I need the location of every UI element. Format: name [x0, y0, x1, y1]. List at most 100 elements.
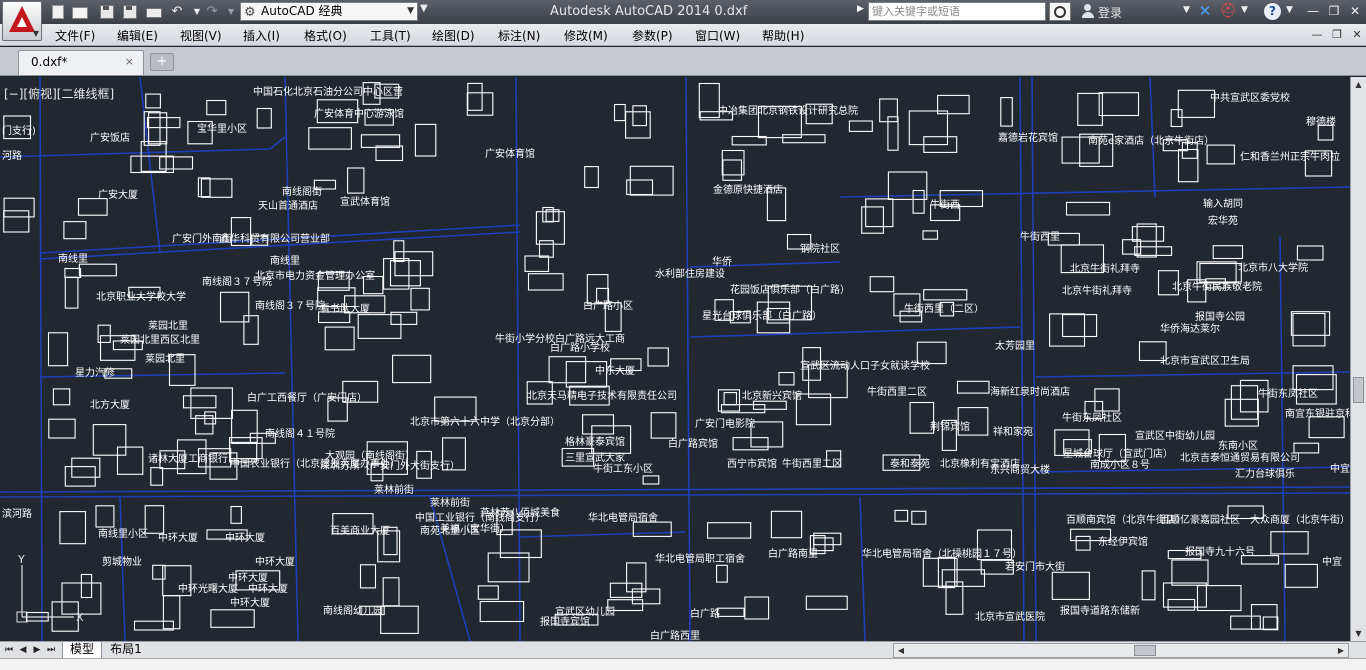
building-outline: [1062, 314, 1098, 338]
scroll-thumb[interactable]: [1134, 645, 1156, 656]
customize-toolbar-icon[interactable]: ▼: [420, 3, 428, 14]
building-outline: [159, 156, 194, 170]
save-icon[interactable]: [97, 3, 115, 20]
map-label: 穆德楼: [1306, 115, 1336, 128]
tab-model[interactable]: 模型: [62, 642, 102, 659]
map-label: 钢院社区: [800, 242, 840, 255]
scroll-left-icon[interactable]: ◀: [894, 644, 908, 657]
map-label: 白广工西餐厅（广安门店）: [247, 391, 367, 404]
search-expand-icon[interactable]: ▶: [857, 4, 864, 14]
map-label: 百美商业大厦: [330, 524, 390, 537]
horizontal-scrollbar[interactable]: ◀ ▶: [893, 643, 1349, 658]
file-tab-0-dxf[interactable]: 0.dxf* ×: [18, 50, 144, 75]
drawing-area[interactable]: 中国石化北京石油分公司中心区营 广安体育中心游泳馆 中冶集团北京钢铁设计研究总院 中共…: [0, 77, 1366, 641]
next-layout-icon[interactable]: ▶: [32, 644, 42, 656]
map-label: 莱林前街: [374, 483, 414, 496]
building-outline: [813, 532, 842, 546]
chevron-down-icon: ▼: [407, 6, 414, 16]
map-label: 莱园北里: [148, 320, 188, 332]
undo-icon[interactable]: ↶: [168, 3, 186, 20]
doc-minimize-icon[interactable]: —: [1310, 28, 1324, 42]
scroll-thumb[interactable]: [1353, 377, 1364, 403]
doc-restore-icon[interactable]: ❐: [1330, 28, 1344, 42]
menu-window[interactable]: 窗口(W): [695, 27, 740, 44]
print-icon[interactable]: [144, 3, 162, 20]
map-label: 牛街工东小区: [593, 462, 653, 475]
workspace-switcher[interactable]: ⚙ AutoCAD 经典 ▼: [240, 2, 418, 21]
viewport-controls[interactable]: [−][俯视][二维线框]: [4, 85, 114, 102]
vertical-scrollbar[interactable]: ▲ ▼: [1350, 77, 1366, 641]
command-line[interactable]: [0, 658, 1366, 670]
map-label: 南宜东银驻京科管理: [1285, 407, 1350, 420]
map-label: 南线里: [270, 254, 300, 267]
building-outline: [1098, 92, 1140, 117]
building-outline: [723, 392, 738, 406]
scroll-down-icon[interactable]: ▼: [1351, 626, 1366, 641]
chevron-down-icon[interactable]: ▼: [1241, 5, 1248, 15]
new-tab-button[interactable]: +: [150, 53, 174, 71]
building-outline: [1292, 365, 1334, 391]
map-label: 东经伊宾馆: [1098, 535, 1148, 548]
map-label: 星城台球厅（宣武门店）: [1063, 447, 1173, 460]
scroll-right-icon[interactable]: ▶: [1334, 644, 1348, 657]
menu-modify[interactable]: 修改(M): [564, 27, 608, 44]
building-outline: [357, 314, 402, 339]
menu-parametric[interactable]: 参数(P): [632, 27, 673, 44]
menu-draw[interactable]: 绘图(D): [432, 27, 475, 44]
map-drawing[interactable]: 中国石化北京石油分公司中心区营广安体育中心游泳馆 中冶集团北京钢铁设计研究总院 中共…: [0, 77, 1350, 641]
redo-dropdown-icon[interactable]: ▼: [222, 3, 240, 20]
close-icon[interactable]: ✕: [1347, 4, 1363, 19]
building-outline: [922, 230, 939, 240]
user-icon[interactable]: [1080, 3, 1096, 19]
chevron-down-icon[interactable]: ▼: [1286, 5, 1293, 15]
close-icon[interactable]: ×: [125, 55, 134, 68]
map-label: 广安体育中心游泳馆: [314, 107, 404, 120]
open-file-icon[interactable]: [70, 3, 88, 20]
search-icon[interactable]: [1049, 2, 1071, 21]
building-outline: [77, 198, 108, 216]
first-layout-icon[interactable]: ⏮: [4, 644, 14, 656]
save-as-icon[interactable]: [120, 3, 138, 20]
menu-edit[interactable]: 编辑(E): [117, 27, 158, 44]
menu-view[interactable]: 视图(V): [180, 27, 222, 44]
building-outline: [750, 421, 784, 448]
login-link[interactable]: 登录: [1098, 4, 1122, 21]
search-input[interactable]: 键入关键字或短语: [868, 2, 1046, 21]
map-label: 南苑北里小区: [420, 524, 480, 537]
building-outline: [1293, 442, 1320, 454]
minimize-icon[interactable]: —: [1305, 4, 1321, 19]
autocad-logo-icon: [9, 6, 35, 32]
exchange-apps-icon[interactable]: ✕: [1196, 3, 1214, 20]
map-label: 中宜: [1330, 462, 1350, 475]
menu-format[interactable]: 格式(O): [304, 27, 347, 44]
application-menu-button[interactable]: ▼: [2, 1, 42, 41]
map-label: 北京市第六十六中学（北京分部）: [410, 415, 560, 428]
map-label: 报国寺道路东储新: [1060, 604, 1140, 617]
building-outline: [3, 210, 30, 233]
menu-insert[interactable]: 插入(I): [243, 27, 280, 44]
scroll-up-icon[interactable]: ▲: [1351, 77, 1366, 92]
building-outline: [116, 446, 144, 475]
map-label: 星光台球俱乐部（白广路）: [702, 309, 822, 322]
help-icon[interactable]: ?: [1264, 3, 1281, 20]
doc-close-icon[interactable]: ✕: [1350, 28, 1364, 42]
prev-layout-icon[interactable]: ◀: [18, 644, 28, 656]
building-outline: [707, 522, 752, 539]
map-label: 白广路南里: [768, 547, 818, 560]
layout-tab-bar: ⏮ ◀ ▶ ⏭ 模型 布局1 ◀ ▶: [0, 641, 1366, 659]
chevron-down-icon[interactable]: ▼: [1183, 5, 1190, 15]
building-outline: [632, 521, 672, 537]
building-outline: [1094, 388, 1120, 412]
new-file-icon[interactable]: [48, 3, 66, 20]
building-outline: [219, 291, 250, 323]
menu-tools[interactable]: 工具(T): [370, 27, 411, 44]
tab-layout1[interactable]: 布局1: [102, 642, 150, 659]
menu-help[interactable]: 帮助(H): [762, 27, 804, 44]
redo-icon[interactable]: ↷: [203, 3, 221, 20]
last-layout-icon[interactable]: ⏭: [46, 644, 56, 656]
menu-dimension[interactable]: 标注(N): [498, 27, 540, 44]
autodesk-360-icon[interactable]: ⛑: [1219, 3, 1237, 20]
restore-icon[interactable]: ❐: [1326, 4, 1342, 19]
menu-file[interactable]: 文件(F): [55, 27, 95, 44]
map-label: 莱林前街: [430, 496, 470, 509]
